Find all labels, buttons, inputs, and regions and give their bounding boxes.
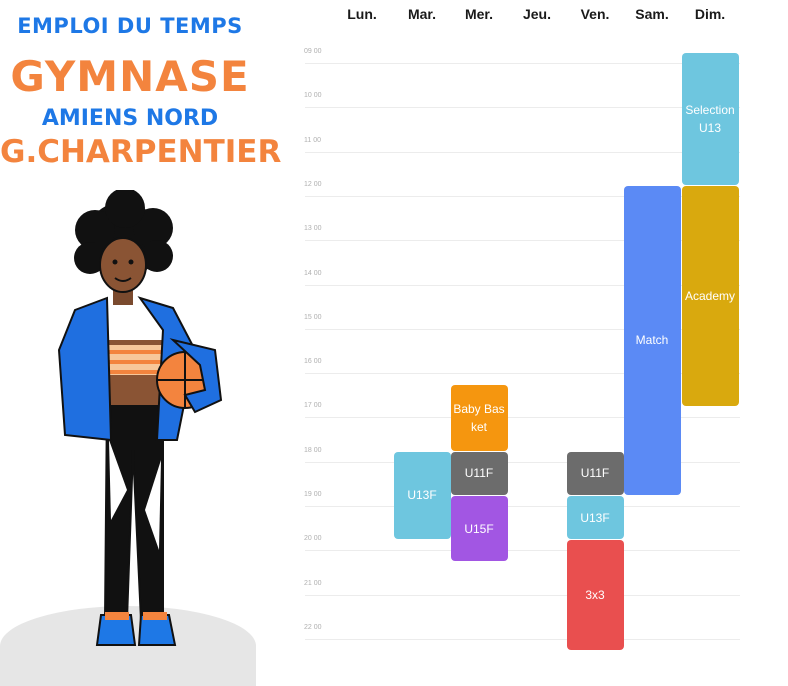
event-label: Selection U13 xyxy=(685,102,735,135)
hour-label: 22 00 xyxy=(304,623,322,631)
event-label: U11F xyxy=(580,466,610,481)
event-block[interactable]: U13F xyxy=(393,451,451,540)
hour-gridline xyxy=(305,638,740,640)
hour-label: 10 00 xyxy=(304,92,322,100)
day-header: Jeu. xyxy=(522,6,551,22)
hour-label: 14 00 xyxy=(304,269,322,277)
hour-label: 09 00 xyxy=(304,48,322,55)
hour-label: 12 00 xyxy=(304,180,322,188)
title-emploi-du-temps: EMPLOI DU TEMPS xyxy=(17,14,243,38)
event-label: U15F xyxy=(464,521,494,536)
hour-label: 18 00 xyxy=(304,446,322,454)
title-charpentier: G.CHARPENTIER xyxy=(0,134,282,170)
day-header: Ven. xyxy=(580,6,610,22)
day-header: Dim. xyxy=(694,6,726,22)
hour-gridline xyxy=(305,107,740,109)
hour-label: 19 00 xyxy=(304,491,322,498)
hour-gridline xyxy=(305,151,740,153)
hour-label: 21 00 xyxy=(304,579,322,587)
event-block[interactable]: Academy xyxy=(681,185,739,407)
hour-gridline xyxy=(305,63,740,64)
day-header: Sam. xyxy=(635,6,669,22)
event-block[interactable]: 3x3 xyxy=(566,540,624,651)
day-header: Lun. xyxy=(347,6,377,22)
poster-panel: EMPLOI DU TEMPS GYMNASE AMIENS NORD G.CH… xyxy=(0,0,282,686)
event-block[interactable]: Baby Basket xyxy=(450,385,508,451)
event-block[interactable]: U15F xyxy=(450,496,508,562)
event-label: Match xyxy=(635,333,669,348)
day-header: Mer. xyxy=(464,6,493,22)
day-header: Mar. xyxy=(407,6,436,22)
event-label: U11F xyxy=(464,466,494,481)
title-gymnase: GYMNASE xyxy=(10,52,250,101)
event-label: Academy xyxy=(684,289,736,304)
event-block[interactable]: Selection U13 xyxy=(681,53,739,185)
event-block[interactable]: Match xyxy=(623,185,681,495)
hour-gridline xyxy=(305,550,740,552)
hour-gridline xyxy=(305,506,740,507)
event-block[interactable]: U11F xyxy=(450,451,508,495)
event-label: 3x3 xyxy=(585,588,605,603)
hour-label: 20 00 xyxy=(304,535,322,543)
hour-label: 11 00 xyxy=(304,136,321,144)
event-label: Baby Basket xyxy=(453,401,505,434)
basketball-player-illustration xyxy=(57,190,223,646)
event-block[interactable]: U11F xyxy=(566,451,624,495)
hour-label: 17 00 xyxy=(304,402,322,410)
hour-label: 13 00 xyxy=(304,225,322,233)
hour-label: 15 00 xyxy=(304,313,322,321)
title-amiens-nord: AMIENS NORD xyxy=(41,106,219,131)
event-label: U13F xyxy=(407,488,437,503)
hour-gridline xyxy=(305,594,740,596)
event-block[interactable]: U13F xyxy=(566,496,624,540)
event-label: U13F xyxy=(580,510,610,525)
hour-label: 16 00 xyxy=(304,358,322,366)
